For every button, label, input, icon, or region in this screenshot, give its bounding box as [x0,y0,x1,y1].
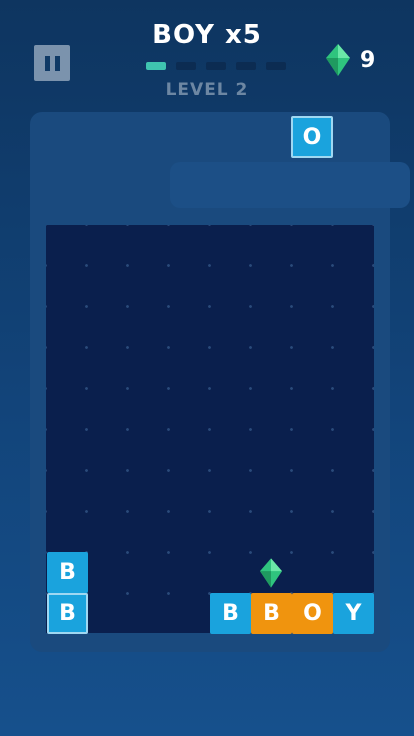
progress-segment [146,62,166,70]
gem-count: 9 [360,47,376,73]
progress-segment [236,62,256,70]
level-label: LEVEL 2 [165,80,249,100]
falling-tile[interactable]: O [291,116,333,158]
board-tile: Y [333,593,374,634]
pause-button[interactable] [34,45,70,81]
next-piece-panel [170,162,410,208]
board-tile: B [210,593,251,634]
board-tile: B [47,593,88,634]
progress-segment [266,62,286,70]
gem-icon [326,44,350,76]
progress-segment [176,62,196,70]
progress-segment [206,62,226,70]
play-grid[interactable] [46,225,374,633]
pause-icon [44,55,50,71]
board-tile: O [292,593,333,634]
board-tile: B [47,552,88,593]
board-tile: B [251,593,292,634]
gem-icon [260,558,282,588]
gem-counter: 9 [326,44,375,76]
level-progress [146,62,286,70]
